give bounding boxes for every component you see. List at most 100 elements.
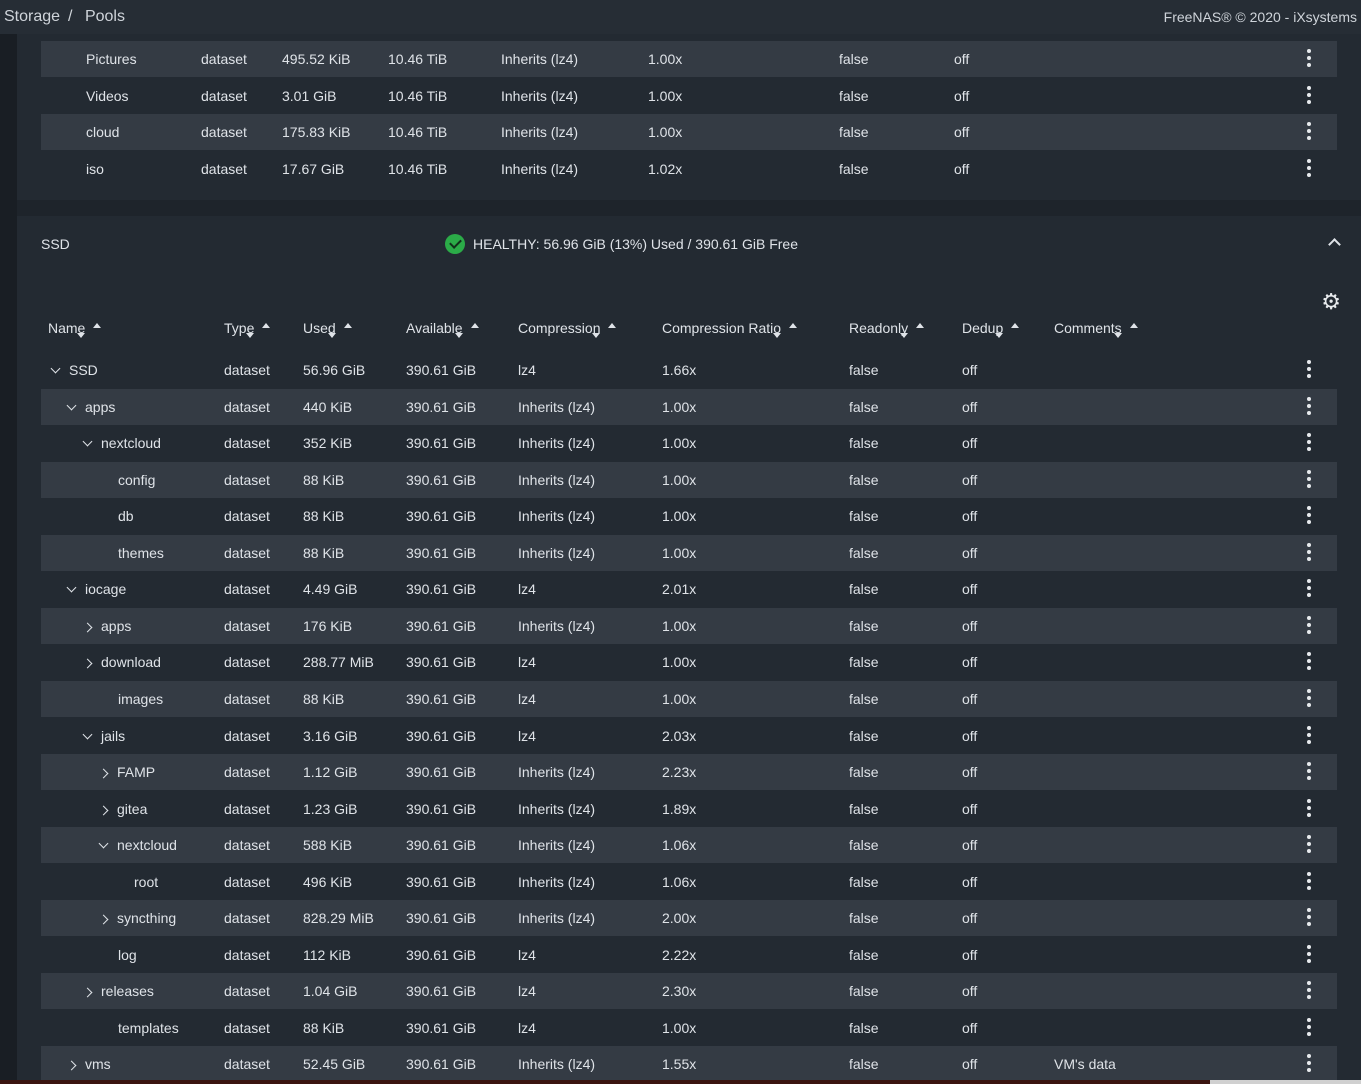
table-row[interactable]: log dataset 112 KiB 390.61 GiB lz4 2.22x false… bbox=[41, 937, 1337, 973]
more-vert-icon[interactable] bbox=[1307, 798, 1311, 817]
more-vert-icon[interactable] bbox=[1307, 835, 1311, 854]
chevron-down-icon[interactable] bbox=[50, 363, 61, 374]
table-row[interactable]: jails dataset 3.16 GiB 390.61 GiB lz4 2.03x fa… bbox=[41, 718, 1337, 754]
table-row[interactable]: releases dataset 1.04 GiB 390.61 GiB lz4 2.30… bbox=[41, 973, 1337, 1010]
more-vert-icon[interactable] bbox=[1307, 396, 1311, 415]
cell-type: dataset bbox=[224, 544, 270, 561]
table-row[interactable]: cloud dataset 175.83 KiB 10.46 TiB Inherits … bbox=[41, 114, 1337, 151]
more-vert-icon[interactable] bbox=[1307, 908, 1311, 927]
table-row[interactable]: iso dataset 17.67 GiB 10.46 TiB Inherits (lz… bbox=[41, 151, 1337, 187]
column-header-used[interactable]: Used bbox=[303, 320, 352, 338]
column-label: Compression Ratio bbox=[662, 320, 782, 336]
table-row[interactable]: apps dataset 176 KiB 390.61 GiB Inherits (lz… bbox=[41, 607, 1337, 644]
chevron-right-icon[interactable] bbox=[98, 914, 109, 925]
pool-header: SSD HEALTHY: 56.96 GiB (13%) Used / 390.… bbox=[17, 216, 1361, 280]
table-row[interactable]: templates dataset 88 KiB 390.61 GiB lz4 1.00x… bbox=[41, 1010, 1337, 1046]
gear-icon[interactable]: ⚙ bbox=[1321, 289, 1341, 315]
name-cell: nextcloud bbox=[98, 837, 177, 853]
table-row[interactable]: nextcloud dataset 352 KiB 390.61 GiB Inherit… bbox=[41, 425, 1337, 461]
chevron-down-icon[interactable] bbox=[98, 838, 109, 849]
cell-type: dataset bbox=[224, 435, 270, 452]
chevron-right-icon[interactable] bbox=[66, 1060, 77, 1071]
chevron-right-icon[interactable] bbox=[82, 658, 93, 669]
more-vert-icon[interactable] bbox=[1307, 433, 1311, 452]
table-row[interactable]: nextcloud dataset 588 KiB 390.61 GiB Inherit… bbox=[41, 827, 1337, 864]
more-vert-icon[interactable] bbox=[1307, 725, 1311, 744]
table-row[interactable]: FAMP dataset 1.12 GiB 390.61 GiB Inherits (l… bbox=[41, 754, 1337, 791]
more-vert-icon[interactable] bbox=[1307, 944, 1311, 963]
more-vert-icon[interactable] bbox=[1307, 85, 1311, 104]
more-vert-icon[interactable] bbox=[1307, 158, 1311, 177]
cell-available: 390.61 GiB bbox=[406, 581, 477, 598]
column-header-comments[interactable]: Comments bbox=[1054, 320, 1138, 338]
dot bbox=[1307, 981, 1311, 986]
cell-dedup: off bbox=[962, 398, 978, 415]
column-header-compression-ratio[interactable]: Compression Ratio bbox=[662, 320, 797, 338]
more-vert-icon[interactable] bbox=[1307, 506, 1311, 525]
more-vert-icon[interactable] bbox=[1307, 1017, 1311, 1036]
column-header-name[interactable]: Name bbox=[48, 320, 101, 338]
dot bbox=[1307, 556, 1311, 561]
chevron-right-icon[interactable] bbox=[82, 622, 93, 633]
more-vert-icon[interactable] bbox=[1307, 542, 1311, 561]
chevron-down-icon[interactable] bbox=[82, 729, 93, 739]
more-vert-icon[interactable] bbox=[1307, 360, 1311, 378]
column-header-type[interactable]: Type bbox=[224, 320, 270, 338]
table-row[interactable]: SSD dataset 56.96 GiB 390.61 GiB lz4 1.66x fal… bbox=[41, 352, 1337, 388]
dot bbox=[1307, 812, 1311, 817]
table-row[interactable]: Pictures dataset 495.52 KiB 10.46 TiB Inheri… bbox=[41, 41, 1337, 77]
sort-icon bbox=[327, 333, 336, 338]
more-vert-icon[interactable] bbox=[1307, 762, 1311, 781]
dot bbox=[1307, 579, 1311, 584]
cell-compression: lz4 bbox=[518, 581, 536, 598]
table-row[interactable]: syncthing dataset 828.29 MiB 390.61 GiB Inhe… bbox=[41, 900, 1337, 937]
more-vert-icon[interactable] bbox=[1307, 122, 1311, 141]
more-vert-icon[interactable] bbox=[1307, 871, 1311, 890]
name-cell: images bbox=[118, 691, 163, 707]
cell-available: 390.61 GiB bbox=[406, 983, 477, 1000]
table-row[interactable]: iocage dataset 4.49 GiB 390.61 GiB lz4 2.01x f… bbox=[41, 571, 1337, 607]
table-row[interactable]: vms dataset 52.45 GiB 390.61 GiB Inherits (l… bbox=[41, 1046, 1337, 1083]
dot bbox=[1307, 702, 1311, 707]
table-row[interactable]: apps dataset 440 KiB 390.61 GiB Inherits (lz… bbox=[41, 388, 1337, 425]
column-header-compression[interactable]: Compression bbox=[518, 320, 616, 338]
cell-type: dataset bbox=[224, 764, 270, 781]
chevron-right-icon[interactable] bbox=[82, 987, 93, 998]
cell-type: dataset bbox=[224, 910, 270, 927]
collapse-chevron-up-icon[interactable] bbox=[1328, 238, 1341, 251]
more-vert-icon[interactable] bbox=[1307, 579, 1311, 598]
column-header-available[interactable]: Available bbox=[406, 320, 479, 338]
table-row[interactable]: db dataset 88 KiB 390.61 GiB Inherits (lz4) 1… bbox=[41, 498, 1337, 534]
chevron-down-icon[interactable] bbox=[82, 436, 93, 447]
chevron-down-icon[interactable] bbox=[66, 582, 77, 593]
cell-used: 88 KiB bbox=[303, 544, 345, 561]
table-row[interactable]: Videos dataset 3.01 GiB 10.46 TiB Inherits (… bbox=[41, 78, 1337, 114]
more-vert-icon[interactable] bbox=[1307, 469, 1311, 488]
chevron-right-icon[interactable] bbox=[98, 805, 109, 816]
breadcrumb: Storage / Pools bbox=[4, 8, 125, 25]
table-row[interactable]: themes dataset 88 KiB 390.61 GiB Inherits (l… bbox=[41, 534, 1337, 571]
cell-used: 88 KiB bbox=[303, 1019, 345, 1036]
cell-available: 10.46 TiB bbox=[388, 51, 448, 67]
more-vert-icon[interactable] bbox=[1307, 688, 1311, 707]
more-vert-icon[interactable] bbox=[1307, 652, 1311, 671]
dot bbox=[1307, 739, 1311, 744]
scrollbar-horizontal[interactable] bbox=[1210, 1080, 1361, 1084]
table-row[interactable]: root dataset 496 KiB 390.61 GiB Inherits (lz… bbox=[41, 864, 1337, 900]
table-row[interactable]: gitea dataset 1.23 GiB 390.61 GiB Inherits (… bbox=[41, 791, 1337, 827]
more-vert-icon[interactable] bbox=[1307, 49, 1311, 67]
breadcrumb-storage[interactable]: Storage bbox=[4, 8, 60, 25]
column-header-dedup[interactable]: Dedup bbox=[962, 320, 1019, 338]
dot bbox=[1307, 165, 1311, 170]
table-row[interactable]: config dataset 88 KiB 390.61 GiB Inherits (l… bbox=[41, 461, 1337, 498]
column-header-readonly[interactable]: Readonly bbox=[849, 320, 924, 338]
cell-compression: lz4 bbox=[518, 727, 536, 744]
table-row[interactable]: images dataset 88 KiB 390.61 GiB lz4 1.00x fal… bbox=[41, 680, 1337, 717]
cell-used: 288.77 MiB bbox=[303, 654, 374, 671]
chevron-right-icon[interactable] bbox=[98, 768, 109, 779]
more-vert-icon[interactable] bbox=[1307, 981, 1311, 1000]
more-vert-icon[interactable] bbox=[1307, 615, 1311, 634]
chevron-down-icon[interactable] bbox=[66, 400, 77, 410]
table-row[interactable]: download dataset 288.77 MiB 390.61 GiB lz4 1.… bbox=[41, 644, 1337, 680]
more-vert-icon[interactable] bbox=[1307, 1054, 1311, 1073]
